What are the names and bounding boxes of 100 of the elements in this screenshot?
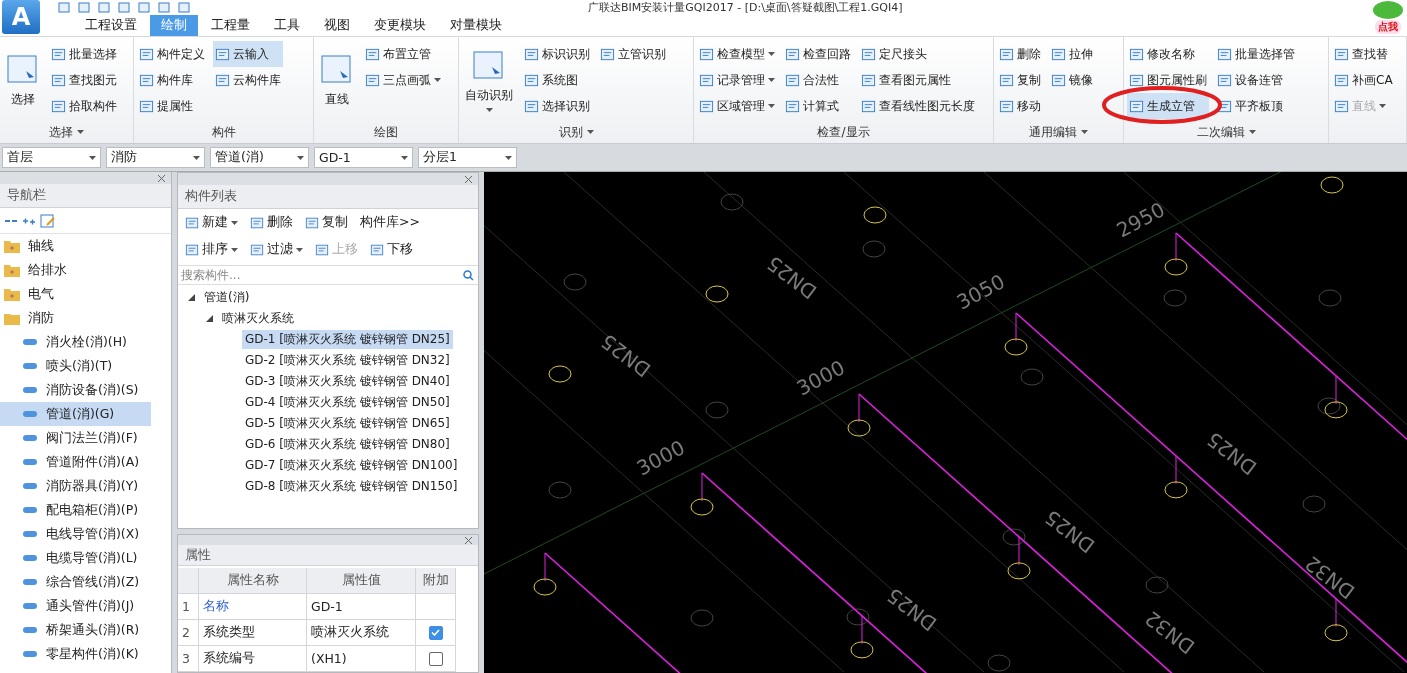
ribbon-button[interactable]: 查找替 — [1332, 41, 1395, 67]
property-value[interactable]: 喷淋灭火系统 — [307, 620, 416, 646]
toolbar-button[interactable]: 复制 — [303, 214, 350, 231]
nav-item[interactable]: 零星构件(消)(K) — [0, 642, 151, 666]
sprinkler-drop[interactable] — [1324, 598, 1348, 642]
ribbon-tab[interactable]: 工程设置 — [74, 15, 148, 36]
tree-item[interactable]: GD-7 [喷淋灭火系统 镀锌钢管 DN100] — [242, 456, 461, 475]
ribbon-button[interactable]: 标识识别 — [522, 41, 592, 67]
ribbon-button[interactable]: 布置立管 — [363, 41, 443, 67]
sprinkler-outline[interactable] — [846, 608, 870, 626]
nav-item[interactable]: 电气 — [0, 282, 151, 306]
sprinkler-drop[interactable] — [533, 552, 557, 596]
ribbon-button[interactable]: 云输入 — [213, 41, 283, 67]
edit-icon[interactable] — [40, 213, 56, 228]
toolbar-button[interactable]: 新建 — [183, 214, 240, 231]
toolbar-icon[interactable] — [138, 2, 150, 13]
ribbon-button[interactable]: 自动识别 — [462, 41, 516, 119]
ribbon-button[interactable]: 选择识别 — [522, 93, 592, 119]
tree-item[interactable]: GD-2 [喷淋灭火系统 镀锌钢管 DN32] — [242, 351, 453, 370]
ribbon-button[interactable]: 修改名称 — [1127, 41, 1209, 67]
nav-item[interactable]: 电线导管(消)(X) — [0, 522, 151, 546]
ribbon-tab[interactable]: 工具 — [263, 15, 311, 36]
tree-item[interactable]: GD-8 [喷淋灭火系统 镀锌钢管 DN150] — [242, 477, 461, 496]
ribbon-button[interactable]: 设备连管 — [1215, 67, 1297, 93]
ribbon-tab[interactable]: 变更模块 — [363, 15, 437, 36]
sprinkler-drop[interactable] — [1004, 312, 1028, 356]
tree-item[interactable]: GD-3 [喷淋灭火系统 镀锌钢管 DN40] — [242, 372, 453, 391]
nav-item[interactable]: 阀门法兰(消)(F) — [0, 426, 151, 450]
ribbon-button[interactable]: 提属性 — [137, 93, 207, 119]
close-icon[interactable] — [158, 174, 165, 182]
ribbon-button[interactable]: 检查回路 — [783, 41, 853, 67]
nav-item[interactable]: 综合管线(消)(Z) — [0, 570, 151, 594]
nav-item[interactable]: 喷头(消)(T) — [0, 354, 151, 378]
ribbon-button[interactable]: 删除 — [997, 41, 1043, 67]
ribbon-button[interactable]: 合法性 — [783, 67, 853, 93]
close-icon[interactable] — [465, 175, 472, 183]
ribbon-button[interactable]: 检查模型 — [697, 41, 777, 67]
nav-item[interactable]: 管道(消)(G) — [0, 402, 151, 426]
sprinkler-drop[interactable] — [1164, 232, 1188, 276]
tree-item[interactable]: GD-1 [喷淋灭火系统 镀锌钢管 DN25] — [242, 330, 453, 349]
nav-item[interactable]: 给排水 — [0, 258, 151, 282]
ribbon-button[interactable]: 镜像 — [1049, 67, 1095, 93]
sprinkler-drop[interactable] — [690, 472, 714, 516]
toolbar-icon[interactable] — [158, 2, 170, 13]
property-value[interactable]: (XH1) — [307, 646, 416, 672]
ribbon-button[interactable]: 平齐板顶 — [1215, 93, 1297, 119]
ribbon-tab[interactable]: 视图 — [313, 15, 361, 36]
close-icon[interactable] — [465, 536, 472, 544]
nav-item[interactable]: 配电箱柜(消)(P) — [0, 498, 151, 522]
toolbar-button[interactable]: 过滤 — [248, 241, 305, 258]
nav-item[interactable]: 管道附件(消)(A) — [0, 450, 151, 474]
promo-badge[interactable]: 点我 — [1375, 20, 1401, 34]
sprinkler-outline[interactable] — [1002, 528, 1026, 546]
nav-item[interactable]: 消防设备(消)(S) — [0, 378, 151, 402]
checkbox[interactable] — [428, 625, 443, 640]
ribbon-button[interactable]: 区域管理 — [697, 93, 777, 119]
ribbon-button[interactable]: 拾取构件 — [49, 93, 119, 119]
ribbon-button[interactable]: 拉伸 — [1049, 41, 1095, 67]
sprinkler-drop[interactable] — [1007, 536, 1031, 580]
sprinkler-drop[interactable] — [847, 393, 871, 437]
toolbar-icon[interactable] — [98, 2, 110, 13]
ribbon-button[interactable]: 三点画弧 — [363, 67, 443, 93]
checkbox[interactable] — [428, 651, 443, 666]
ribbon-button[interactable]: 选择 — [3, 41, 43, 119]
ribbon-button[interactable]: 记录管理 — [697, 67, 777, 93]
expand-triangle-icon[interactable] — [206, 315, 213, 322]
expand-triangle-icon[interactable] — [188, 294, 195, 301]
dropdown-field[interactable]: 管道(消) — [210, 147, 309, 168]
toolbar-button[interactable]: 排序 — [183, 241, 240, 258]
tree-item[interactable]: GD-5 [喷淋灭火系统 镀锌钢管 DN65] — [242, 414, 453, 433]
sprinkler-head[interactable] — [548, 365, 572, 383]
dropdown-field[interactable]: GD-1 — [314, 147, 413, 168]
sprinkler-outline[interactable] — [1317, 397, 1341, 415]
tree-item[interactable]: GD-6 [喷淋灭火系统 镀锌钢管 DN80] — [242, 435, 453, 454]
sprinkler-head[interactable] — [705, 285, 729, 303]
toolbar-button[interactable]: 下移 — [368, 241, 415, 258]
nav-item[interactable]: 桥架通头(消)(R) — [0, 618, 151, 642]
dropdown-field[interactable]: 消防 — [106, 147, 205, 168]
property-value[interactable]: GD-1 — [307, 594, 416, 620]
app-logo[interactable]: A — [2, 0, 40, 34]
sprinkler-drop[interactable] — [1164, 455, 1188, 499]
ribbon-button[interactable]: 构件定义 — [137, 41, 207, 67]
ribbon-button[interactable]: 查看线性图元长度 — [859, 93, 977, 119]
toolbar-icon[interactable] — [178, 2, 190, 13]
nav-item[interactable]: 通头管件(消)(J) — [0, 594, 151, 618]
tree-item[interactable]: 喷淋灭火系统 — [219, 309, 297, 328]
nav-item[interactable]: 消防 — [0, 306, 151, 330]
nav-item[interactable]: 轴线 — [0, 234, 151, 258]
ribbon-button[interactable]: 批量选择 — [49, 41, 119, 67]
ribbon-button[interactable]: 计算式 — [783, 93, 853, 119]
toolbar-button[interactable]: 构件库>> — [358, 214, 422, 231]
ribbon-button[interactable]: 移动 — [997, 93, 1043, 119]
sprinkler-drop[interactable] — [850, 615, 874, 659]
dropdown-field[interactable]: 分层1 — [418, 147, 517, 168]
ribbon-button[interactable]: 定尺接头 — [859, 41, 977, 67]
ribbon-button[interactable]: 立管识别 — [598, 41, 668, 67]
ribbon-button[interactable]: 构件库 — [137, 67, 207, 93]
toolbar-icon[interactable] — [78, 2, 90, 13]
tree-item[interactable]: GD-4 [喷淋灭火系统 镀锌钢管 DN50] — [242, 393, 453, 412]
ribbon-button[interactable]: 补画CA — [1332, 67, 1395, 93]
